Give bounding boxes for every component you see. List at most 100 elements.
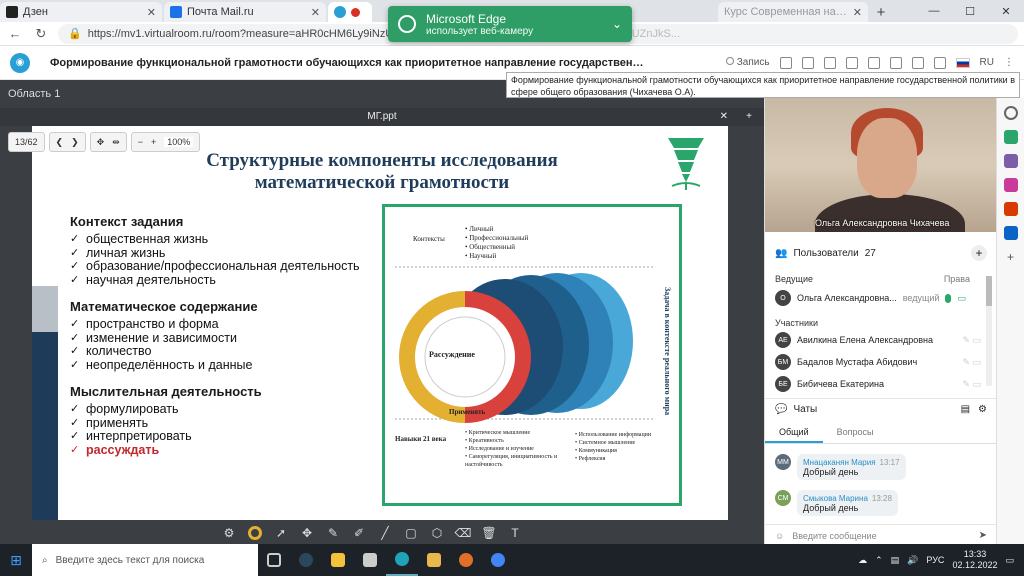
shape-icon[interactable]: ⬡ [430,526,444,540]
pointer-icon[interactable]: ➚ [274,526,288,540]
close-icon[interactable]: ✕ [311,6,320,19]
camera-icon[interactable]: ▭ [957,293,966,304]
weather-icon[interactable]: ☁ [858,555,867,566]
task-view-icon[interactable] [258,544,290,576]
office-icon[interactable] [1003,202,1018,216]
permissions-icon[interactable]: ✎ ▭ [962,379,981,390]
browser-tab-mail[interactable]: Почта Mail.ru ✕ [164,2,326,22]
maximize-icon[interactable]: ☐ [952,0,988,22]
move-icon[interactable]: ✥ [300,526,314,540]
language-indicator[interactable]: РУС [926,555,944,565]
close-icon[interactable]: ✕ [853,6,862,19]
language-label[interactable]: RU [980,57,994,68]
file-explorer-icon[interactable] [322,544,354,576]
mail-icon[interactable] [354,544,386,576]
chat-icon[interactable] [801,56,814,69]
info-icon[interactable] [889,56,902,69]
chevron-up-icon[interactable]: ⌃ [875,555,883,566]
new-tab-button[interactable]: + [870,2,892,22]
edge-icon[interactable] [386,544,418,576]
russia-flag-icon[interactable] [955,57,970,68]
tab-general[interactable]: Общий [765,422,823,443]
permissions-icon[interactable]: ✎ ▭ [962,357,981,368]
steam-icon[interactable] [290,544,322,576]
permissions-icon[interactable]: ✎ ▭ [962,335,981,346]
outlook-icon[interactable] [1003,226,1018,240]
list-item: интерпретировать [70,429,410,444]
fit-width-icon[interactable]: ⇹ [112,137,120,148]
folder-icon[interactable] [418,544,450,576]
skill-item: Рефлексия [575,455,665,463]
windows-start-icon[interactable]: ⊞ [0,544,32,576]
scrollbar-thumb[interactable] [986,276,992,306]
refresh-icon[interactable]: ↻ [32,26,50,42]
message-time: 13:28 [871,494,892,503]
add-user-button[interactable]: + [971,245,987,261]
record-button[interactable]: Запись [725,57,770,68]
add-icon[interactable]: + [746,108,752,126]
marker-icon[interactable]: ✐ [352,526,366,540]
games-icon[interactable] [1003,178,1018,192]
close-icon[interactable]: ✕ [720,108,728,126]
move-icon[interactable]: ✥ [97,137,105,148]
webcam-notification[interactable]: Microsoft Edge использует веб-камеру ⌄ [388,6,632,42]
message-text: Добрый день [803,467,859,477]
color-picker-icon[interactable] [248,526,262,540]
more-icon[interactable]: ⋮ [1004,57,1014,68]
settings-icon[interactable]: ⚙ [978,404,987,415]
clock[interactable]: 13:33 02.12.2022 [952,549,997,571]
webcam-video[interactable]: Ольга Александровна Чихачева [765,98,997,232]
prev-page-icon[interactable]: ❮ [56,137,64,148]
lock-icon[interactable] [867,56,880,69]
users-scrollbar[interactable] [986,276,992,386]
users-icon[interactable] [845,56,858,69]
send-icon[interactable]: ➤ [979,530,987,541]
notes-icon[interactable] [823,56,836,69]
zoom-controls: − +100% [130,132,201,152]
eraser-icon[interactable]: ⌫ [455,526,472,540]
tools-icon[interactable] [1003,154,1018,168]
network-icon[interactable]: ▤ [891,555,900,566]
zoom-in-icon[interactable]: + [151,137,156,147]
close-window-icon[interactable]: ✕ [988,0,1024,22]
add-icon[interactable]: + [1004,250,1018,264]
taskbar-search[interactable]: ⌕ Введите здесь текст для поиска [32,544,258,576]
hosts-label: Ведущие [775,274,813,284]
next-page-icon[interactable]: ❯ [71,137,79,148]
settings-icon[interactable] [933,56,946,69]
member-row[interactable]: АЕ Авилкина Елена Александровна ✎ ▭ [775,330,981,350]
chevron-down-icon[interactable]: ⌄ [612,17,622,31]
settings-icon[interactable]: ⚙ [222,526,236,540]
browser-tab-course[interactable]: Курс Современная направления про... ✕ [718,2,868,22]
line-icon[interactable]: ╱ [378,526,392,540]
layout-icon[interactable] [911,56,924,69]
shopping-icon[interactable] [1003,130,1018,144]
media-player-icon[interactable] [450,544,482,576]
trash-icon[interactable]: 🗑 [481,526,496,540]
emoji-icon[interactable]: ☺ [775,531,784,541]
tab-title: Почта Mail.ru [187,6,254,18]
member-row[interactable]: БЕ Бибичева Екатерина ✎ ▭ [775,374,981,394]
host-row[interactable]: О Ольга Александровна... ведущий ▭ [775,288,981,308]
app-logo-icon[interactable]: ◉ [10,52,30,73]
browser-tab-virtualroom[interactable] [328,2,372,22]
export-icon[interactable]: ▤ [961,404,970,415]
browser-tab-dzen[interactable]: Дзен ✕ [0,2,162,22]
microphone-icon[interactable] [945,293,952,303]
member-row[interactable]: БМ Бадалов Мустафа Абидович ✎ ▭ [775,352,981,372]
search-icon[interactable] [1003,106,1018,120]
close-icon[interactable]: ✕ [147,6,156,19]
brush-icon[interactable]: ✎ [326,526,340,540]
tab-questions[interactable]: Вопросы [823,422,888,443]
camera-icon[interactable] [779,56,792,69]
page-indicator[interactable]: 13/62 [8,132,45,152]
minimize-icon[interactable]: — [916,0,952,22]
rectangle-icon[interactable]: ▢ [404,526,418,540]
message-input[interactable]: Введите сообщение [792,531,876,541]
chrome-icon[interactable] [482,544,514,576]
notifications-icon[interactable]: ▭ [1005,555,1014,566]
back-icon[interactable]: ← [6,26,24,41]
text-tool-icon[interactable]: T [508,526,522,540]
zoom-out-icon[interactable]: − [138,137,143,147]
volume-icon[interactable]: 🔊 [907,555,918,566]
